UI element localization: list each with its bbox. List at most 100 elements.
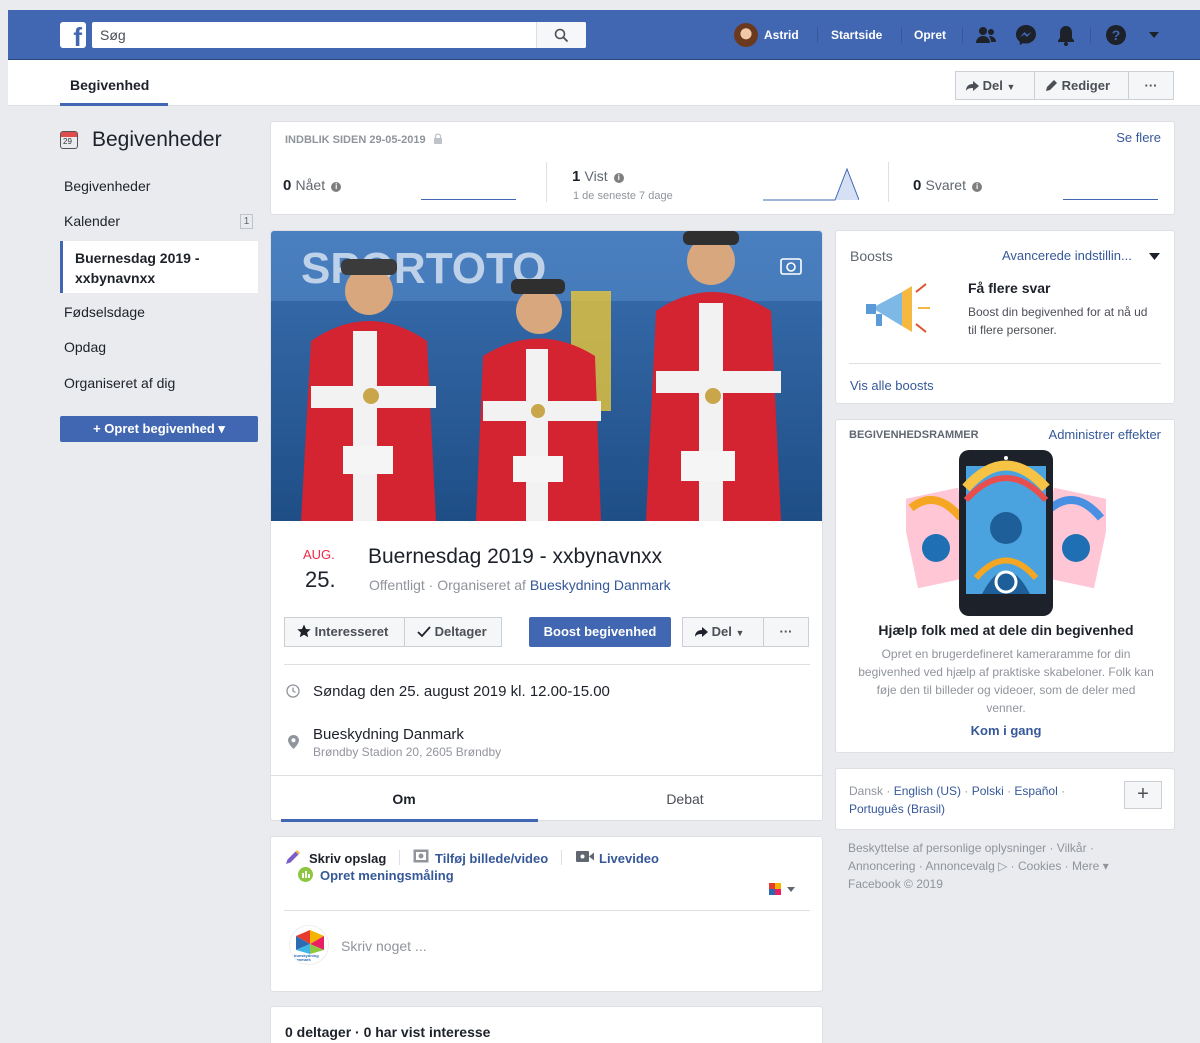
friends-icon[interactable] <box>974 23 998 47</box>
sidebar-item-birthdays[interactable]: Fødselsdage <box>64 304 145 320</box>
info-icon[interactable]: i <box>972 182 983 192</box>
pencil-icon <box>1046 80 1057 91</box>
divider <box>284 910 810 911</box>
divider <box>399 850 400 865</box>
advanced-settings-link[interactable]: Avancerede indstillin... <box>1002 248 1132 263</box>
location-address[interactable]: Brøndby Stadion 20, 2605 Brøndby <box>313 745 501 759</box>
messenger-icon[interactable] <box>1014 23 1038 47</box>
home-link[interactable]: Startside <box>831 10 882 60</box>
checkmark-icon <box>417 626 431 638</box>
event-more-button[interactable]: ··· <box>763 617 809 647</box>
edit-button[interactable]: Rediger <box>1034 71 1129 100</box>
photo-icon <box>413 849 429 863</box>
active-tab-indicator <box>60 103 168 106</box>
language-selector-card: Dansk · English (US) · Polski · Español … <box>835 768 1175 830</box>
share-label: Del <box>982 78 1003 93</box>
organizer-link[interactable]: Bueskydning Danmark <box>530 577 671 593</box>
add-photo-video-link[interactable]: Tilføj billede/video <box>435 851 548 866</box>
language-option[interactable]: Português (Brasil) <box>849 802 945 816</box>
user-avatar[interactable] <box>734 23 758 47</box>
insights-title: INDBLIK SIDEN 29-05-2019 <box>285 133 443 146</box>
going-button[interactable]: Deltager <box>404 617 502 647</box>
calendar-count-badge: 1 <box>240 214 253 229</box>
viewed-sparkline <box>763 167 859 201</box>
language-option[interactable]: English (US) <box>894 784 961 798</box>
event-cover-photo[interactable]: SPORTOTO <box>271 231 822 521</box>
create-poll-link[interactable]: Opret meningsmåling <box>320 868 454 883</box>
active-tab-indicator <box>281 819 538 822</box>
responded-stat: 0 Svaret i <box>913 177 983 194</box>
lock-icon <box>433 133 442 144</box>
event-date-time[interactable]: Søndag den 25. august 2019 kl. 12.00-15.… <box>313 683 610 700</box>
page-avatar-icon <box>769 883 795 895</box>
composer-input[interactable]: Skriv noget ... <box>341 938 427 954</box>
reached-sparkline <box>421 199 516 200</box>
get-started-link[interactable]: Kom i gang <box>836 723 1176 738</box>
poll-icon <box>298 867 313 882</box>
search-box <box>92 22 586 48</box>
boost-event-button[interactable]: Boost begivenhed <box>529 617 671 647</box>
location-name[interactable]: Bueskydning Danmark <box>313 726 464 743</box>
footer-line[interactable]: Annoncering · Annoncevalg ▷ · Cookies · … <box>848 857 1168 875</box>
tab-event[interactable]: Begivenhed <box>60 60 159 106</box>
footer-line[interactable]: Beskyttelse af personlige oplysninger · … <box>848 839 1168 857</box>
footer-links: Beskyttelse af personlige oplysninger · … <box>848 839 1168 893</box>
boost-heading: Få flere svar <box>968 280 1051 296</box>
help-icon[interactable]: ? <box>1104 23 1128 47</box>
event-share-button[interactable]: Del ▼ <box>682 617 764 647</box>
svg-text:?: ? <box>1112 27 1121 43</box>
camera-icon[interactable] <box>776 253 806 279</box>
language-option[interactable]: Español <box>1014 784 1057 798</box>
clock-icon <box>286 684 300 698</box>
megaphone-icon <box>866 283 930 333</box>
sidebar-item-current-event[interactable]: Buernesdag 2019 - xxbynavnxx <box>60 241 258 293</box>
post-as-selector[interactable] <box>768 881 798 897</box>
participants-card: 0 deltager · 0 har vist interesse <box>270 1006 823 1043</box>
chevron-down-icon: ▼ <box>1006 82 1016 92</box>
event-frames-description: Opret en brugerdefineret kameraramme for… <box>858 647 1154 715</box>
viewed-stat: 1 Vist i <box>572 168 624 185</box>
chevron-down-icon: ▼ <box>735 628 745 638</box>
sidebar-title: 29 Begivenheder <box>60 128 222 152</box>
create-link[interactable]: Opret <box>914 10 946 60</box>
event-frames-card: BEGIVENHEDSRAMMER Administrer effekter H… <box>835 419 1175 753</box>
calendar-icon: 29 <box>60 131 78 149</box>
search-button[interactable] <box>536 22 586 48</box>
responded-sparkline <box>1063 199 1158 200</box>
see-more-link[interactable]: Se flere <box>1116 130 1161 145</box>
sidebar-item-events[interactable]: Begivenheder <box>64 178 150 194</box>
create-event-button[interactable]: + Opret begivenhed ▾ <box>60 416 258 442</box>
more-options-button[interactable]: ··· <box>1128 71 1174 100</box>
live-video-link[interactable]: Livevideo <box>599 851 659 866</box>
notifications-icon[interactable] <box>1054 23 1078 47</box>
viewed-sub: 1 de seneste 7 dage <box>573 190 673 202</box>
profile-link[interactable]: Astrid <box>764 10 799 60</box>
tab-discussion[interactable]: Debat <box>547 776 823 822</box>
manage-effects-link[interactable]: Administrer effekter <box>1049 427 1161 442</box>
more-languages-button[interactable]: + <box>1124 781 1162 809</box>
event-meta: Offentligt · Organiseret af Bueskydning … <box>369 577 671 593</box>
sidebar-item-organized-by-you[interactable]: Organiseret af dig <box>64 375 175 391</box>
page-avatar[interactable]: bueskydning danmark <box>289 925 329 965</box>
language-list: Dansk · English (US) · Polski · Español … <box>849 784 1066 816</box>
share-arrow-icon <box>966 81 979 91</box>
chevron-down-icon[interactable] <box>1149 253 1160 261</box>
participants-summary[interactable]: 0 deltager · 0 har vist interesse <box>285 1024 490 1040</box>
interested-button[interactable]: Interesseret <box>284 617 405 647</box>
language-current: Dansk <box>849 784 884 798</box>
info-icon[interactable]: i <box>331 182 342 192</box>
sidebar-item-discover[interactable]: Opdag <box>64 339 106 355</box>
top-navigation-bar: f Astrid Startside Opret ? <box>8 10 1200 60</box>
account-menu-icon[interactable] <box>1148 30 1160 40</box>
search-icon <box>554 28 569 43</box>
search-input[interactable] <box>100 27 520 43</box>
share-button[interactable]: Del ▼ <box>955 71 1035 100</box>
tab-about[interactable]: Om <box>271 776 537 822</box>
write-post-tab[interactable]: Skriv opslag <box>309 851 386 866</box>
sidebar-item-calendar[interactable]: Kalender <box>64 213 120 229</box>
facebook-logo[interactable]: f <box>60 22 86 48</box>
info-icon[interactable]: i <box>613 173 624 183</box>
see-all-boosts-link[interactable]: Vis alle boosts <box>850 378 934 393</box>
language-option[interactable]: Polski <box>972 784 1004 798</box>
nav-divider <box>1090 27 1091 43</box>
